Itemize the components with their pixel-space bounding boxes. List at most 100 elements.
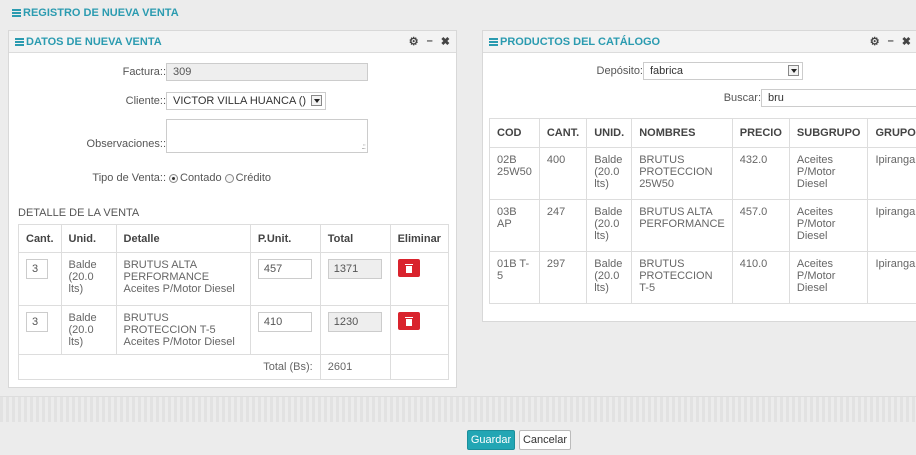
panel-header: DATOS DE NUEVA VENTA ⚙ – ✖: [9, 31, 456, 53]
deposito-row: Depósito: fabrica: [483, 62, 803, 80]
eliminar-cell: [389, 252, 450, 306]
subgrupo-cell: Aceites P/Motor Diesel: [788, 147, 869, 200]
cant-cell: 400: [538, 147, 588, 200]
unid-cell: Balde (20.0 lts): [586, 199, 633, 252]
gear-icon[interactable]: ⚙: [409, 35, 419, 48]
unid-cell: Balde (20.0 lts): [586, 147, 633, 200]
cant-cell: 247: [538, 199, 588, 252]
unit-price-input[interactable]: 457: [257, 259, 312, 279]
col-header: CANT.: [538, 118, 588, 148]
subgrupo-cell: Aceites P/Motor Diesel: [788, 251, 869, 304]
cancel-button[interactable]: Cancelar: [519, 430, 571, 450]
punit-cell: 457: [249, 252, 321, 306]
chevron-down-icon: [311, 95, 322, 106]
credito-radio[interactable]: [224, 173, 234, 183]
buscar-row: Buscar: bru: [483, 89, 916, 107]
quantity-input[interactable]: 3: [26, 312, 48, 332]
punit-cell: 410: [249, 305, 321, 355]
table-row[interactable]: 03B AP 247 Balde (20.0 lts) BRUTUS ALTA …: [489, 199, 916, 252]
contado-radio[interactable]: [169, 173, 178, 183]
minimize-icon[interactable]: –: [427, 35, 433, 48]
cant-cell: 3: [18, 252, 62, 306]
trash-icon: [404, 263, 413, 273]
save-button[interactable]: Guardar: [467, 430, 515, 450]
eliminar-cell: [389, 305, 450, 355]
gear-icon[interactable]: ⚙: [870, 35, 880, 48]
list-icon: [12, 9, 21, 17]
unid-cell: Balde (20.0 lts): [60, 252, 117, 306]
precio-cell: 457.0: [731, 199, 790, 252]
unid-cell: Balde (20.0 lts): [60, 305, 117, 355]
delete-row-button[interactable]: [397, 259, 420, 277]
empty-cell: [389, 354, 450, 380]
panel-title: DATOS DE NUEVA VENTA: [15, 36, 162, 48]
tipo-venta-label: Tipo de Venta::: [92, 172, 166, 184]
cliente-row: Cliente:: VICTOR VILLA HUANCA (): [9, 92, 326, 110]
quantity-input[interactable]: 3: [26, 259, 48, 279]
col-header: COD: [489, 118, 540, 148]
cliente-select[interactable]: VICTOR VILLA HUANCA (): [166, 92, 326, 110]
factura-input[interactable]: 309: [166, 63, 368, 81]
observaciones-textarea[interactable]: [166, 119, 368, 153]
deposito-select-value: fabrica: [650, 65, 684, 77]
list-icon: [15, 37, 24, 46]
panel-header: PRODUCTOS DEL CATÁLOGO ⚙ – ✖: [483, 31, 916, 53]
col-header: Unid.: [60, 224, 117, 253]
col-header: P.Unit.: [249, 224, 321, 253]
subgrupo-cell: Aceites P/Motor Diesel: [788, 199, 869, 252]
table-row[interactable]: 02B 25W50 400 Balde (20.0 lts) BRUTUS PR…: [489, 147, 916, 200]
sale-detail-table: Cant. Unid. Detalle P.Unit. Total Elimin…: [18, 224, 450, 380]
sale-data-panel: DATOS DE NUEVA VENTA ⚙ – ✖ Factura:: 309…: [8, 30, 457, 388]
grupo-cell: Ipiranga: [867, 251, 916, 304]
delete-row-button[interactable]: [397, 312, 420, 330]
form-actions-divider: [0, 396, 916, 422]
col-header: GRUPO: [867, 118, 916, 148]
precio-cell: 432.0: [731, 147, 790, 200]
nombre-cell: BRUTUS ALTA PERFORMANCE: [631, 199, 733, 252]
tipo-venta-row: Tipo de Venta:: Contado Crédito: [9, 172, 271, 184]
table-row[interactable]: 01B T-5 297 Balde (20.0 lts) BRUTUS PROT…: [489, 251, 916, 304]
cod-cell: 02B 25W50: [489, 147, 540, 200]
factura-row: Factura:: 309: [9, 63, 368, 81]
minimize-icon[interactable]: –: [888, 35, 894, 48]
close-icon[interactable]: ✖: [902, 35, 911, 48]
cliente-label: Cliente::: [125, 95, 166, 107]
detalle-cell: BRUTUS ALTA PERFORMANCE Aceites P/Motor …: [115, 252, 251, 306]
list-icon: [489, 37, 498, 46]
nombre-cell: BRUTUS PROTECCION 25W50: [631, 147, 733, 200]
panel-tools: ⚙ – ✖: [870, 35, 911, 48]
line-total-field: 1230: [327, 312, 382, 332]
catalog-table: COD CANT. UNID. NOMBRES PRECIO SUBGRUPO …: [489, 118, 916, 304]
col-header: PRECIO: [731, 118, 790, 148]
search-input[interactable]: bru: [761, 89, 916, 107]
buscar-label: Buscar:: [723, 92, 761, 104]
trash-icon: [404, 316, 413, 326]
grupo-cell: Ipiranga: [867, 147, 916, 200]
observaciones-label: Observaciones::: [86, 138, 166, 150]
close-icon[interactable]: ✖: [441, 35, 450, 48]
cant-cell: 3: [18, 305, 62, 355]
panel-title: PRODUCTOS DEL CATÁLOGO: [489, 36, 660, 48]
table-header-row: COD CANT. UNID. NOMBRES PRECIO SUBGRUPO …: [489, 118, 916, 148]
total-label-cell: Total (Bs):: [18, 354, 321, 380]
table-header-row: Cant. Unid. Detalle P.Unit. Total Elimin…: [18, 224, 450, 253]
cod-cell: 01B T-5: [489, 251, 540, 304]
nombre-cell: BRUTUS PROTECCION T-5: [631, 251, 733, 304]
panel-title-text: DATOS DE NUEVA VENTA: [26, 35, 162, 48]
observaciones-row: Observaciones::: [9, 119, 368, 153]
deposito-select[interactable]: fabrica: [643, 62, 803, 80]
grand-total-value: 2601: [319, 354, 391, 380]
col-header: Cant.: [18, 224, 62, 253]
col-header: UNID.: [586, 118, 633, 148]
total-cell: 1371: [319, 252, 391, 306]
catalog-panel: PRODUCTOS DEL CATÁLOGO ⚙ – ✖ Depósito: f…: [482, 30, 916, 322]
precio-cell: 410.0: [731, 251, 790, 304]
unit-price-input[interactable]: 410: [257, 312, 312, 332]
grupo-cell: Ipiranga: [867, 199, 916, 252]
page-title-text: REGISTRO DE NUEVA VENTA: [23, 7, 179, 19]
contado-label: Contado: [180, 172, 222, 184]
cliente-select-value: VICTOR VILLA HUANCA (): [173, 95, 307, 107]
table-row: 3 Balde (20.0 lts) BRUTUS PROTECCION T-5…: [18, 305, 450, 355]
col-header: Detalle: [115, 224, 251, 253]
credito-label: Crédito: [235, 172, 272, 184]
